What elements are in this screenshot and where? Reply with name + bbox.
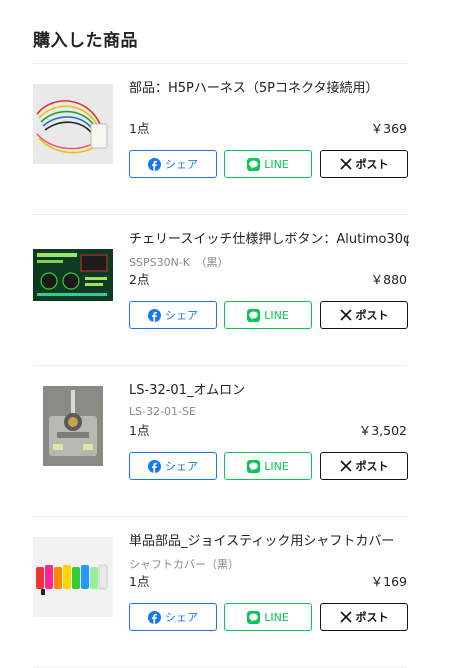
product-name[interactable]: 単品部品_ジョイスティック用シャフトカバー — [129, 533, 409, 551]
purchased-items-page: 購入した商品 部品：H5Pハーネス（5Pコネクタ接続用） 1点 ￥369 シェア… — [0, 0, 456, 668]
x-logo-icon — [339, 460, 352, 472]
line-share-label: LINE — [264, 308, 289, 322]
section-heading: 購入した商品 — [33, 31, 138, 51]
product-quantity: 1点 — [129, 574, 150, 589]
product-name[interactable]: LS-32-01_オムロン — [129, 382, 409, 400]
product-price: ￥3,502 — [358, 423, 407, 438]
x-post-button[interactable]: ポスト — [320, 452, 408, 480]
x-post-button[interactable]: ポスト — [320, 603, 408, 631]
product-quantity: 2点 — [129, 272, 150, 287]
line-share-label: LINE — [264, 610, 289, 624]
product-image[interactable] — [33, 235, 113, 315]
x-post-button[interactable]: ポスト — [320, 150, 408, 178]
facebook-share-label: シェア — [165, 158, 198, 171]
product-variant: LS-32-01-SE — [129, 405, 196, 418]
harness-photo — [33, 84, 113, 164]
purchased-items-list: 部品：H5Pハーネス（5Pコネクタ接続用） 1点 ￥369 シェア LINE ポ… — [33, 63, 409, 668]
facebook-icon — [148, 157, 161, 171]
x-post-label: ポスト — [355, 158, 389, 171]
line-share-label: LINE — [264, 157, 289, 171]
line-share-button[interactable]: LINE — [224, 452, 312, 480]
joystick-lever-photo — [33, 386, 113, 466]
list-item: 単品部品_ジョイスティック用シャフトカバー シャフトカバー（黒） 1点 ￥169… — [33, 516, 409, 667]
product-variant: シャフトカバー（黒） — [129, 558, 239, 571]
line-icon — [247, 308, 261, 322]
line-share-button[interactable]: LINE — [224, 150, 312, 178]
x-post-label: ポスト — [355, 611, 389, 624]
product-price: ￥880 — [370, 272, 407, 287]
product-image[interactable] — [33, 386, 113, 466]
facebook-icon — [148, 610, 161, 624]
facebook-share-label: シェア — [165, 309, 198, 322]
list-item: チェリースイッチ仕様押しボタン：Alutimo30φ SSPS30N-K （黒）… — [33, 214, 409, 365]
line-icon — [247, 610, 261, 624]
shaft-cover-photo — [33, 537, 113, 617]
facebook-share-label: シェア — [165, 611, 198, 624]
facebook-share-button[interactable]: シェア — [129, 301, 217, 329]
product-image[interactable] — [33, 84, 113, 164]
product-quantity: 1点 — [129, 423, 150, 438]
line-share-label: LINE — [264, 459, 289, 473]
share-buttons: シェア LINE ポスト — [129, 452, 408, 480]
x-post-label: ポスト — [355, 460, 389, 473]
product-price: ￥169 — [370, 574, 407, 589]
share-buttons: シェア LINE ポスト — [129, 603, 408, 631]
share-buttons: シェア LINE ポスト — [129, 150, 408, 178]
list-item: 部品：H5Pハーネス（5Pコネクタ接続用） 1点 ￥369 シェア LINE ポ… — [33, 63, 409, 214]
x-logo-icon — [339, 158, 352, 170]
facebook-icon — [148, 459, 161, 473]
product-price: ￥369 — [370, 121, 407, 136]
product-name[interactable]: 部品：H5Pハーネス（5Pコネクタ接続用） — [129, 80, 409, 98]
line-icon — [247, 459, 261, 473]
product-variant: SSPS30N-K （黒） — [129, 256, 229, 269]
facebook-icon — [148, 308, 161, 322]
x-post-label: ポスト — [355, 309, 389, 322]
line-share-button[interactable]: LINE — [224, 603, 312, 631]
product-name[interactable]: チェリースイッチ仕様押しボタン：Alutimo30φ — [129, 231, 409, 249]
x-logo-icon — [339, 309, 352, 321]
facebook-share-button[interactable]: シェア — [129, 603, 217, 631]
product-quantity: 1点 — [129, 121, 150, 136]
facebook-share-button[interactable]: シェア — [129, 150, 217, 178]
x-logo-icon — [339, 611, 352, 623]
product-image[interactable] — [33, 537, 113, 617]
line-share-button[interactable]: LINE — [224, 301, 312, 329]
line-icon — [247, 157, 261, 171]
facebook-share-label: シェア — [165, 460, 198, 473]
list-item: LS-32-01_オムロン LS-32-01-SE 1点 ￥3,502 シェア … — [33, 365, 409, 516]
button-product-photo — [33, 235, 113, 315]
share-buttons: シェア LINE ポスト — [129, 301, 408, 329]
x-post-button[interactable]: ポスト — [320, 301, 408, 329]
facebook-share-button[interactable]: シェア — [129, 452, 217, 480]
